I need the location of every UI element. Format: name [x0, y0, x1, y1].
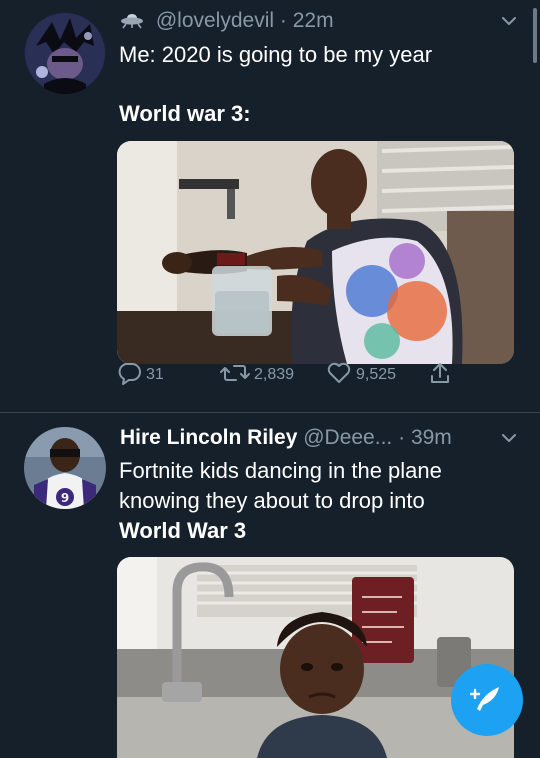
avatar[interactable] — [24, 12, 106, 94]
like-count: 9,525 — [356, 366, 397, 383]
reply-button[interactable]: 31 — [116, 361, 164, 390]
author-name[interactable]: Hire Lincoln Riley — [120, 426, 297, 449]
reply-icon — [116, 361, 142, 390]
tweet-line: Fortnite kids dancing in the plane — [119, 458, 442, 483]
share-button[interactable] — [428, 361, 452, 390]
tweet-media[interactable] — [117, 141, 514, 364]
tweet-text: Fortnite kids dancing in the plane knowi… — [119, 456, 442, 546]
retweet-icon — [220, 361, 250, 390]
tweet-line: Me: 2020 is going to be my year — [119, 42, 433, 67]
tweet-text: Me: 2020 is going to be my year World wa… — [119, 40, 432, 129]
timestamp[interactable]: 22m — [293, 9, 334, 32]
media-image — [117, 557, 514, 758]
svg-text:9: 9 — [61, 491, 69, 505]
retweet-button[interactable]: 2,839 — [220, 361, 294, 390]
avatar[interactable]: 9 — [24, 427, 106, 509]
like-button[interactable]: 9,525 — [326, 361, 396, 390]
tweet-media[interactable] — [117, 557, 514, 758]
separator: · — [398, 426, 406, 449]
author-handle[interactable]: @lovelydevil — [156, 9, 274, 32]
author-handle[interactable]: @Deee... — [303, 426, 392, 449]
avatar-image: 9 — [24, 427, 106, 509]
chevron-down-icon[interactable] — [499, 428, 519, 453]
tweet-line: knowing they about to drop into — [119, 488, 425, 513]
tweet-line-bold: World war 3: — [119, 101, 251, 126]
retweet-count: 2,839 — [254, 366, 295, 383]
reply-count: 31 — [146, 366, 164, 383]
ufo-icon — [120, 9, 144, 35]
chevron-down-icon[interactable] — [499, 11, 519, 36]
timestamp[interactable]: 39m — [411, 426, 452, 449]
avatar-image — [24, 12, 106, 94]
compose-tweet-icon — [469, 680, 505, 721]
tweet-header: Hire Lincoln Riley @Deee... · 39m — [120, 426, 452, 450]
share-icon — [428, 361, 452, 390]
tweet-header: @lovelydevil · 22m — [120, 9, 334, 35]
heart-icon — [326, 361, 352, 390]
compose-tweet-button[interactable] — [451, 664, 523, 736]
separator: · — [279, 9, 287, 32]
tweet-1[interactable]: @lovelydevil · 22m Me: 2020 is going to … — [0, 0, 540, 412]
media-image — [117, 141, 514, 364]
tweet-line-bold: World War 3 — [119, 518, 247, 543]
